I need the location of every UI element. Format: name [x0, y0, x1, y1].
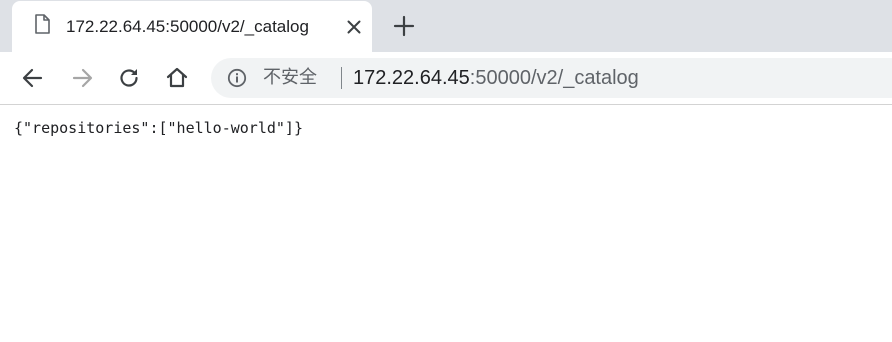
browser-toolbar: 不安全 172.22.64.45:50000/v2/_catalog: [0, 52, 892, 105]
back-arrow-icon[interactable]: [20, 65, 46, 91]
tab-title: 172.22.64.45:50000/v2/_catalog: [66, 17, 309, 36]
reload-icon[interactable]: [116, 65, 142, 91]
browser-tab-active[interactable]: 172.22.64.45:50000/v2/_catalog: [12, 1, 372, 52]
tab-strip: 172.22.64.45:50000/v2/_catalog: [0, 0, 892, 52]
forward-arrow-icon[interactable]: [69, 65, 95, 91]
page-body-text: {"repositories":["hello-world"]}: [14, 119, 303, 137]
url-text[interactable]: 172.22.64.45:50000/v2/_catalog: [353, 66, 639, 90]
security-label[interactable]: 不安全: [263, 67, 317, 89]
url-path: :50000/v2/_catalog: [469, 67, 639, 89]
close-icon[interactable]: [342, 15, 366, 39]
info-icon[interactable]: [227, 68, 247, 88]
plus-icon[interactable]: [392, 14, 416, 38]
document-icon: [34, 14, 50, 34]
address-bar[interactable]: 不安全 172.22.64.45:50000/v2/_catalog: [211, 58, 892, 98]
home-icon[interactable]: [164, 65, 190, 91]
omnibox-divider: [341, 67, 342, 89]
url-host: 172.22.64.45: [353, 67, 470, 89]
